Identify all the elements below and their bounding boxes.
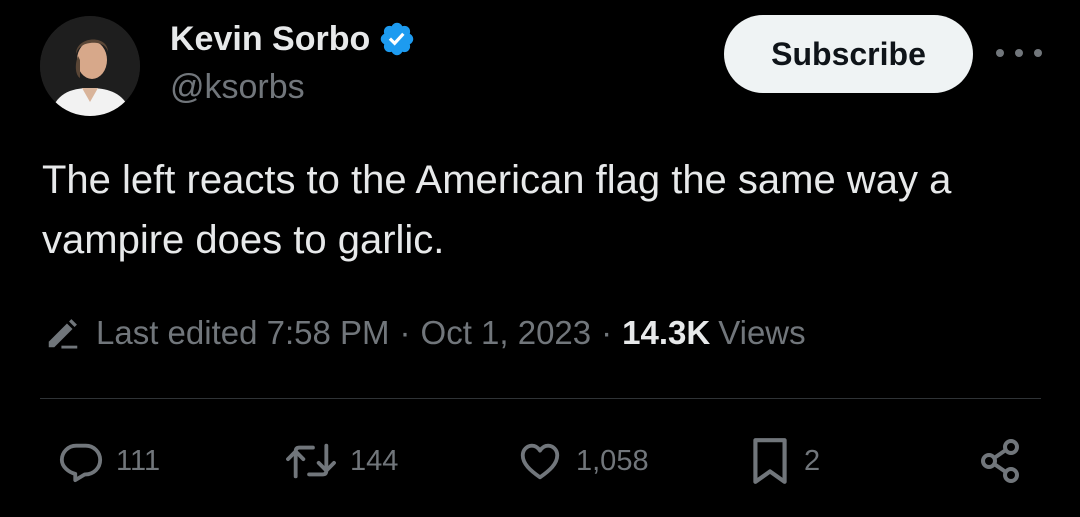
views-count: 14.3K (622, 314, 711, 351)
edited-timestamp[interactable]: Last edited 7:58 PM (96, 314, 390, 352)
tweet-date[interactable]: Oct 1, 2023 (421, 314, 592, 352)
display-name[interactable]: Kevin Sorbo (170, 20, 370, 59)
tweet-detail: Kevin Sorbo @ksorbs Subscribe The left r… (0, 0, 1080, 517)
tweet-meta: Last edited 7:58 PM · Oct 1, 2023 · 14.3… (44, 308, 806, 358)
repost-icon (286, 443, 336, 479)
heart-icon (520, 443, 560, 480)
repost-button[interactable]: 144 (284, 436, 398, 486)
bookmark-icon (753, 438, 787, 484)
reply-icon (59, 443, 103, 483)
share-button[interactable] (976, 436, 1026, 486)
profile-photo (40, 16, 140, 116)
edit-pencil-icon (44, 314, 82, 352)
divider (40, 398, 1041, 399)
avatar[interactable] (40, 16, 140, 116)
handle[interactable]: @ksorbs (170, 68, 305, 107)
like-count: 1,058 (576, 444, 649, 477)
author-name-row: Kevin Sorbo (170, 17, 416, 61)
more-options-icon[interactable] (996, 38, 1042, 68)
meta-separator: · (399, 314, 411, 351)
repost-count: 144 (350, 444, 399, 477)
tweet-text: The left reacts to the American flag the… (42, 158, 952, 262)
subscribe-button[interactable]: Subscribe (724, 15, 973, 93)
share-icon (981, 439, 1019, 483)
reply-count: 111 (116, 444, 161, 477)
like-button[interactable]: 1,058 (516, 436, 649, 486)
verified-badge-icon[interactable] (378, 20, 416, 58)
more-dot (1034, 49, 1042, 57)
more-dot (1015, 49, 1023, 57)
bookmark-button[interactable]: 2 (748, 436, 820, 486)
bookmark-count: 2 (804, 444, 821, 477)
reply-button[interactable]: 111 (58, 436, 160, 486)
meta-separator: · (601, 314, 613, 351)
views-label: Views (718, 314, 806, 351)
more-dot (996, 49, 1004, 57)
